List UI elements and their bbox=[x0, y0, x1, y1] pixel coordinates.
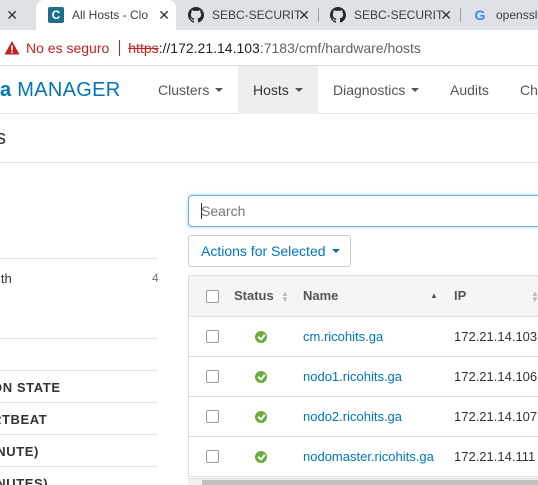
url-text[interactable]: https://172.21.14.103:7183/cmf/hardware/… bbox=[128, 40, 421, 56]
github-icon bbox=[188, 7, 204, 23]
url-host: ://172.21.14.103 bbox=[158, 39, 260, 56]
close-tab-icon[interactable]: ✕ bbox=[6, 7, 18, 24]
host-link[interactable]: nodo1.ricohits.ga bbox=[303, 369, 402, 384]
url-path: :7183/cmf/hardware/hosts bbox=[259, 39, 421, 56]
address-separator bbox=[119, 39, 121, 56]
filter-health-count: 4 bbox=[152, 271, 159, 285]
nav-clusters[interactable]: Clusters bbox=[146, 66, 235, 114]
browser-tab-strip: ✕ C All Hosts - Clo ✕ SEBC-SECURIT ✕ SEB… bbox=[0, 0, 538, 30]
browser-tab-sebc-1[interactable]: SEBC-SECURIT ✕ bbox=[176, 0, 316, 30]
search-input[interactable] bbox=[188, 195, 538, 227]
actions-label: Actions for Selected bbox=[201, 243, 326, 259]
good-health-icon bbox=[255, 451, 267, 463]
table-row: nodomaster.ricohits.ga 172.21.14.111 bbox=[189, 437, 538, 477]
row-checkbox[interactable] bbox=[206, 450, 219, 463]
filter-divider bbox=[0, 402, 158, 403]
close-tab-icon[interactable]: ✕ bbox=[440, 7, 452, 24]
host-link[interactable]: nodo2.ricohits.ga bbox=[303, 409, 402, 424]
github-icon bbox=[330, 7, 346, 23]
google-icon: G bbox=[474, 7, 486, 23]
column-header-ip[interactable]: IP bbox=[454, 288, 466, 303]
filter-section-load-5-minutes[interactable]: INUTES) bbox=[0, 476, 48, 485]
nav-label: Audits bbox=[450, 82, 489, 98]
column-header-status[interactable]: Status bbox=[234, 288, 274, 303]
brand-main: MANAGER bbox=[11, 79, 121, 101]
url-scheme: https bbox=[128, 39, 159, 56]
nav-label: Ch bbox=[520, 82, 538, 98]
tab-title: SEBC-SECURIT bbox=[354, 8, 444, 22]
chevron-down-icon bbox=[331, 249, 340, 253]
nav-audits[interactable]: Audits bbox=[438, 66, 501, 114]
brand-suffix: a bbox=[0, 79, 12, 101]
host-link[interactable]: nodomaster.ricohits.ga bbox=[303, 449, 434, 464]
filter-section-load-1-minute[interactable]: INUTE) bbox=[0, 444, 39, 459]
warning-icon[interactable] bbox=[4, 40, 20, 56]
good-health-icon bbox=[255, 331, 267, 343]
filter-divider bbox=[0, 370, 158, 371]
page-header: s bbox=[0, 115, 538, 163]
sort-icon[interactable]: ▲ ▼ bbox=[531, 290, 538, 304]
host-ip: 172.21.14.111 bbox=[454, 449, 536, 464]
security-status-label[interactable]: No es seguro bbox=[26, 40, 109, 56]
actions-for-selected-button[interactable]: Actions for Selected bbox=[188, 235, 351, 267]
host-link[interactable]: cm.ricohits.ga bbox=[303, 329, 383, 344]
filter-divider bbox=[0, 466, 158, 467]
sort-ascending-icon[interactable]: ▲ bbox=[430, 291, 438, 300]
hosts-table: Status ▲ ▼ Name ▲ IP ▲ ▼ cm.ricohits.ga 17… bbox=[188, 275, 538, 477]
nav-diagnostics[interactable]: Diagnostics bbox=[321, 66, 431, 114]
cloudera-manager-logo[interactable]: a MANAGER bbox=[0, 79, 121, 102]
row-checkbox[interactable] bbox=[206, 370, 219, 383]
row-checkbox[interactable] bbox=[206, 410, 219, 423]
cloudera-favicon-icon: C bbox=[48, 7, 64, 23]
close-tab-icon[interactable]: ✕ bbox=[158, 7, 170, 24]
select-all-checkbox[interactable] bbox=[206, 290, 219, 303]
horizontal-scrollbar[interactable] bbox=[188, 478, 538, 485]
nav-label: Hosts bbox=[253, 82, 289, 98]
browser-tab-all-hosts[interactable]: C All Hosts - Clo ✕ bbox=[36, 0, 176, 30]
sort-icon[interactable]: ▲ ▼ bbox=[281, 290, 289, 304]
tab-title: openssl bbox=[496, 8, 538, 22]
browser-tab-openssl[interactable]: G openssl bbox=[460, 0, 538, 30]
chevron-down-icon bbox=[294, 88, 303, 92]
table-row: nodo2.ricohits.ga 172.21.14.107 bbox=[189, 397, 538, 437]
browser-tab-sebc-2[interactable]: SEBC-SECURIT ✕ bbox=[318, 0, 458, 30]
app-navbar: a MANAGER Clusters Hosts Diagnostics Aud… bbox=[0, 66, 538, 114]
good-health-icon bbox=[255, 371, 267, 383]
close-tab-icon[interactable]: ✕ bbox=[298, 7, 310, 24]
tab-title: SEBC-SECURIT bbox=[212, 8, 302, 22]
address-bar[interactable]: No es seguro https://172.21.14.103:7183/… bbox=[0, 30, 538, 66]
filter-health-label[interactable]: lth bbox=[0, 271, 12, 286]
filter-divider bbox=[0, 434, 158, 435]
table-row: nodo1.ricohits.ga 172.21.14.106 bbox=[189, 357, 538, 397]
table-row: cm.ricohits.ga 172.21.14.103 bbox=[189, 317, 538, 357]
chevron-down-icon bbox=[215, 88, 224, 92]
filter-divider bbox=[0, 258, 158, 259]
host-ip: 172.21.14.106 bbox=[454, 369, 538, 384]
column-header-name[interactable]: Name bbox=[303, 288, 338, 303]
nav-charts[interactable]: Ch bbox=[508, 66, 538, 114]
browser-tab-partial[interactable]: ✕ bbox=[0, 0, 30, 30]
filter-divider bbox=[0, 338, 158, 339]
host-ip: 172.21.14.103 bbox=[454, 329, 538, 344]
table-header-row: Status ▲ ▼ Name ▲ IP ▲ ▼ bbox=[189, 276, 538, 317]
good-health-icon bbox=[255, 411, 267, 423]
scrollbar-thumb[interactable] bbox=[202, 480, 538, 485]
chevron-down-icon bbox=[411, 88, 420, 92]
filter-section-heartbeat[interactable]: RTBEAT bbox=[0, 412, 47, 427]
tab-title: All Hosts - Clo bbox=[72, 8, 149, 22]
nav-label: Clusters bbox=[158, 82, 210, 98]
nav-label: Diagnostics bbox=[333, 82, 406, 98]
row-checkbox[interactable] bbox=[206, 330, 219, 343]
host-ip: 172.21.14.107 bbox=[454, 409, 538, 424]
page-title: s bbox=[0, 127, 6, 149]
text-cursor bbox=[201, 203, 202, 219]
nav-hosts[interactable]: Hosts bbox=[238, 66, 318, 114]
filter-section-commission-state[interactable]: ON STATE bbox=[0, 380, 61, 395]
